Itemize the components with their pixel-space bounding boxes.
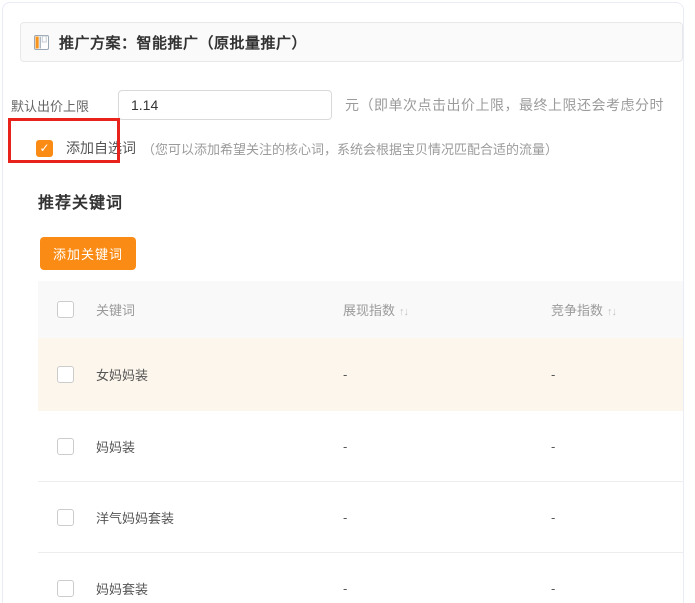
row-checkbox[interactable] [57, 438, 74, 455]
competition-cell: - [551, 510, 684, 525]
plan-title: 推广方案：智能推广（原批量推广） [59, 32, 307, 53]
promotion-panel: 推广方案：智能推广（原批量推广） 默认出价上限 元（即单次点击出价上限，最终上限… [2, 2, 684, 603]
custom-words-note: （您可以添加希望关注的核心词，系统会根据宝贝情况匹配合适的流量） [142, 139, 558, 158]
keywords-table: 关键词 展现指数 ↑↓ 竞争指数 ↑↓ 女妈妈装 - - 妈妈装 [38, 281, 684, 603]
bid-cap-row: 默认出价上限 元（即单次点击出价上限，最终上限还会考虑分时 [11, 90, 683, 120]
keyword-cell: 妈妈套装 [96, 579, 343, 598]
row-checkbox[interactable] [57, 366, 74, 383]
plan-header: 推广方案：智能推广（原批量推广） [20, 22, 683, 62]
impression-cell: - [343, 439, 551, 454]
impression-cell: - [343, 510, 551, 525]
competition-cell: - [551, 367, 684, 382]
competition-cell: - [551, 581, 684, 596]
keyword-cell: 女妈妈装 [96, 365, 343, 384]
select-all-checkbox[interactable] [57, 301, 74, 318]
keyword-cell: 妈妈装 [96, 437, 343, 456]
bid-cap-note: 元（即单次点击出价上限，最终上限还会考虑分时 [345, 95, 664, 115]
bid-cap-label: 默认出价上限 [11, 96, 118, 115]
column-header-keyword: 关键词 [96, 300, 343, 319]
recommended-keywords-heading: 推荐关键词 [38, 189, 683, 213]
table-row: 妈妈套装 - - [38, 553, 684, 603]
row-checkbox[interactable] [57, 509, 74, 526]
checkmark-icon: ✓ [39, 142, 49, 154]
competition-cell: - [551, 439, 684, 454]
table-row: 妈妈装 - - [38, 411, 684, 482]
column-header-impression: 展现指数 ↑↓ [343, 300, 551, 319]
custom-words-checkbox[interactable]: ✓ [36, 140, 53, 157]
table-row: 洋气妈妈套装 - - [38, 482, 684, 553]
sort-icon[interactable]: ↑↓ [607, 306, 616, 318]
keywords-table-header: 关键词 展现指数 ↑↓ 竞争指数 ↑↓ [38, 281, 684, 338]
impression-cell: - [343, 581, 551, 596]
plan-bookmark-icon [34, 35, 49, 50]
column-header-competition: 竞争指数 ↑↓ [551, 300, 684, 319]
sort-icon[interactable]: ↑↓ [399, 306, 408, 318]
keywords-table-body: 女妈妈装 - - 妈妈装 - - 洋气妈妈套装 - - [38, 338, 684, 603]
add-keywords-button[interactable]: 添加关键词 [40, 237, 136, 270]
custom-words-row: ✓ 添加自选词 （您可以添加希望关注的核心词，系统会根据宝贝情况匹配合适的流量） [36, 138, 683, 158]
table-row: 女妈妈装 - - [38, 338, 684, 411]
column-header-impression-label: 展现指数 [343, 303, 395, 318]
column-header-competition-label: 竞争指数 [551, 303, 603, 318]
bid-cap-input[interactable] [118, 90, 332, 120]
row-checkbox[interactable] [57, 580, 74, 597]
impression-cell: - [343, 367, 551, 382]
custom-words-label: 添加自选词 [66, 138, 136, 158]
keyword-cell: 洋气妈妈套装 [96, 508, 343, 527]
